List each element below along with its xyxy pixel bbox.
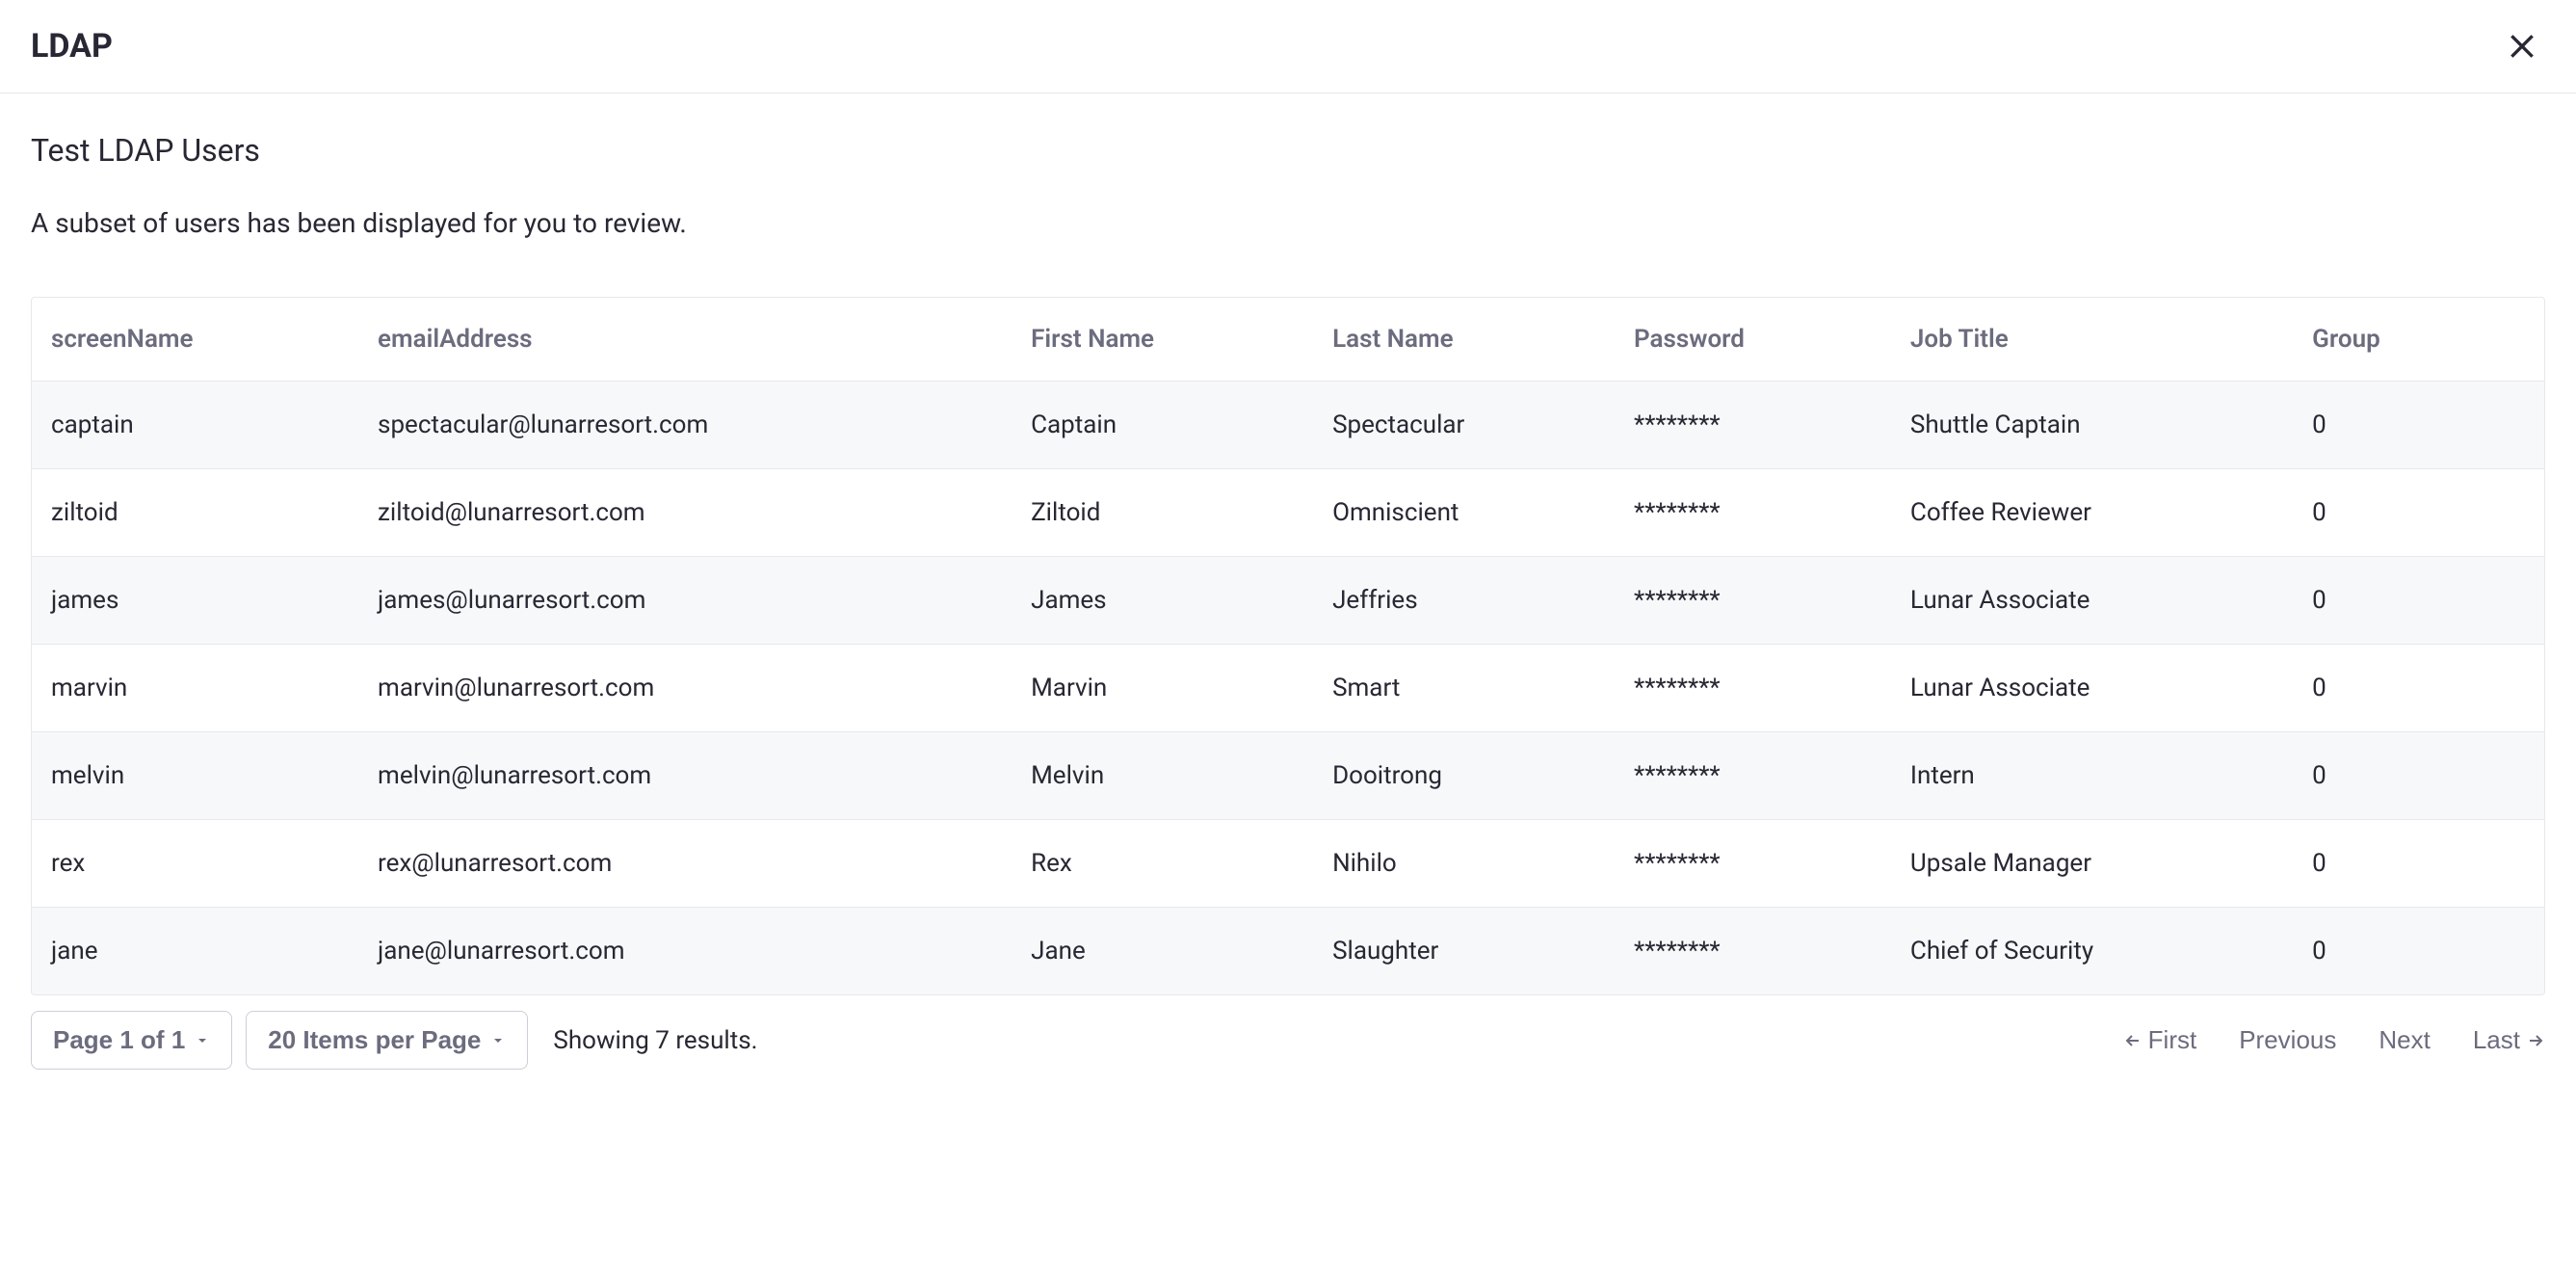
cell-emailAddress: spectacular@lunarresort.com <box>358 382 1012 469</box>
col-header-jobtitle[interactable]: Job Title <box>1891 298 2293 382</box>
arrow-left-icon <box>2123 1031 2142 1050</box>
cell-screenName: rex <box>32 820 358 908</box>
cell-group: 0 <box>2293 469 2544 557</box>
pagination-first[interactable]: First <box>2123 1025 2197 1055</box>
col-header-screenname[interactable]: screenName <box>32 298 358 382</box>
cell-group: 0 <box>2293 645 2544 732</box>
table-row[interactable]: captainspectacular@lunarresort.comCaptai… <box>32 382 2544 469</box>
cell-firstName: Melvin <box>1012 732 1313 820</box>
users-table-wrapper: screenName emailAddress First Name Last … <box>31 297 2545 995</box>
col-header-lastname[interactable]: Last Name <box>1313 298 1615 382</box>
cell-password: ******** <box>1615 469 1891 557</box>
cell-lastName: Slaughter <box>1313 908 1615 995</box>
cell-emailAddress: melvin@lunarresort.com <box>358 732 1012 820</box>
table-row[interactable]: ziltoidziltoid@lunarresort.comZiltoidOmn… <box>32 469 2544 557</box>
modal-header: LDAP <box>0 0 2576 93</box>
pagination-previous-label: Previous <box>2239 1025 2336 1055</box>
cell-password: ******** <box>1615 382 1891 469</box>
cell-screenName: captain <box>32 382 358 469</box>
cell-lastName: Spectacular <box>1313 382 1615 469</box>
content-subtitle: Test LDAP Users <box>31 132 2545 169</box>
cell-jobTitle: Shuttle Captain <box>1891 382 2293 469</box>
cell-lastName: Nihilo <box>1313 820 1615 908</box>
cell-screenName: marvin <box>32 645 358 732</box>
table-row[interactable]: jamesjames@lunarresort.comJamesJeffries*… <box>32 557 2544 645</box>
cell-emailAddress: ziltoid@lunarresort.com <box>358 469 1012 557</box>
items-per-page-label: 20 Items per Page <box>268 1025 481 1055</box>
cell-jobTitle: Chief of Security <box>1891 908 2293 995</box>
cell-group: 0 <box>2293 732 2544 820</box>
cell-screenName: jane <box>32 908 358 995</box>
cell-lastName: Jeffries <box>1313 557 1615 645</box>
cell-group: 0 <box>2293 557 2544 645</box>
cell-firstName: James <box>1012 557 1313 645</box>
cell-jobTitle: Lunar Associate <box>1891 645 2293 732</box>
pagination-right: First Previous Next Last <box>2123 1025 2545 1055</box>
cell-emailAddress: rex@lunarresort.com <box>358 820 1012 908</box>
col-header-group[interactable]: Group <box>2293 298 2544 382</box>
cell-password: ******** <box>1615 732 1891 820</box>
cell-lastName: Smart <box>1313 645 1615 732</box>
col-header-email[interactable]: emailAddress <box>358 298 1012 382</box>
cell-lastName: Omniscient <box>1313 469 1615 557</box>
pagination-next-label: Next <box>2379 1025 2430 1055</box>
cell-password: ******** <box>1615 820 1891 908</box>
cell-jobTitle: Intern <box>1891 732 2293 820</box>
caret-down-icon <box>490 1033 506 1048</box>
table-row[interactable]: marvinmarvin@lunarresort.comMarvinSmart*… <box>32 645 2544 732</box>
cell-screenName: melvin <box>32 732 358 820</box>
pagination-next[interactable]: Next <box>2379 1025 2430 1055</box>
close-button[interactable] <box>2499 23 2545 69</box>
modal-content: Test LDAP Users A subset of users has be… <box>0 93 2576 995</box>
cell-jobTitle: Coffee Reviewer <box>1891 469 2293 557</box>
cell-firstName: Jane <box>1012 908 1313 995</box>
cell-jobTitle: Lunar Associate <box>1891 557 2293 645</box>
cell-emailAddress: marvin@lunarresort.com <box>358 645 1012 732</box>
cell-firstName: Captain <box>1012 382 1313 469</box>
users-table: screenName emailAddress First Name Last … <box>32 298 2544 994</box>
arrow-right-icon <box>2526 1031 2545 1050</box>
table-header-row: screenName emailAddress First Name Last … <box>32 298 2544 382</box>
cell-lastName: Dooitrong <box>1313 732 1615 820</box>
cell-password: ******** <box>1615 645 1891 732</box>
cell-firstName: Rex <box>1012 820 1313 908</box>
items-per-page-dropdown[interactable]: 20 Items per Page <box>246 1011 528 1070</box>
content-description: A subset of users has been displayed for… <box>31 207 2545 239</box>
cell-emailAddress: james@lunarresort.com <box>358 557 1012 645</box>
page-selector-dropdown[interactable]: Page 1 of 1 <box>31 1011 232 1070</box>
table-row[interactable]: melvinmelvin@lunarresort.comMelvinDooitr… <box>32 732 2544 820</box>
cell-screenName: ziltoid <box>32 469 358 557</box>
cell-screenName: james <box>32 557 358 645</box>
cell-jobTitle: Upsale Manager <box>1891 820 2293 908</box>
pagination-previous[interactable]: Previous <box>2239 1025 2336 1055</box>
col-header-firstname[interactable]: First Name <box>1012 298 1313 382</box>
pagination-bar: Page 1 of 1 20 Items per Page Showing 7 … <box>0 995 2576 1070</box>
cell-firstName: Ziltoid <box>1012 469 1313 557</box>
caret-down-icon <box>195 1033 210 1048</box>
pagination-left: Page 1 of 1 20 Items per Page Showing 7 … <box>31 1011 758 1070</box>
table-row[interactable]: janejane@lunarresort.comJaneSlaughter***… <box>32 908 2544 995</box>
cell-password: ******** <box>1615 557 1891 645</box>
page-title: LDAP <box>31 27 113 66</box>
cell-emailAddress: jane@lunarresort.com <box>358 908 1012 995</box>
cell-group: 0 <box>2293 908 2544 995</box>
results-count: Showing 7 results. <box>553 1026 757 1055</box>
col-header-password[interactable]: Password <box>1615 298 1891 382</box>
page-selector-label: Page 1 of 1 <box>53 1025 185 1055</box>
pagination-last-label: Last <box>2473 1025 2520 1055</box>
cell-group: 0 <box>2293 820 2544 908</box>
close-icon <box>2507 31 2537 62</box>
cell-group: 0 <box>2293 382 2544 469</box>
cell-password: ******** <box>1615 908 1891 995</box>
pagination-first-label: First <box>2148 1025 2197 1055</box>
table-row[interactable]: rexrex@lunarresort.comRexNihilo********U… <box>32 820 2544 908</box>
pagination-last[interactable]: Last <box>2473 1025 2545 1055</box>
cell-firstName: Marvin <box>1012 645 1313 732</box>
